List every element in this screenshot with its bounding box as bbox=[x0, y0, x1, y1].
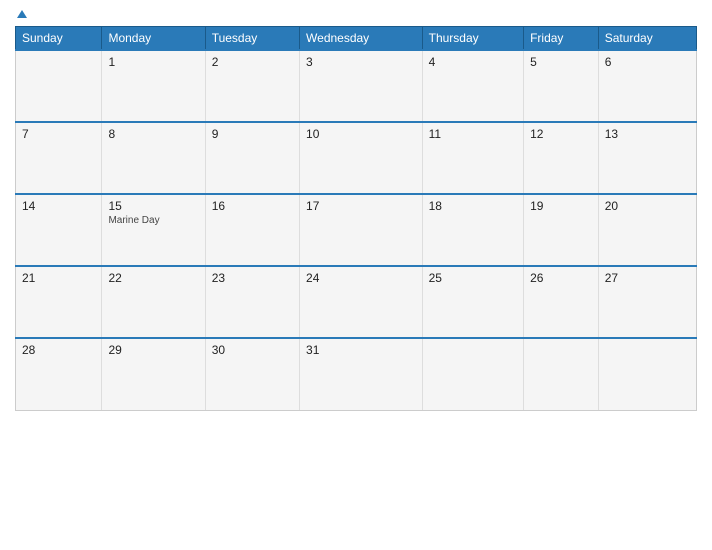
calendar-cell: 3 bbox=[300, 50, 423, 122]
day-number: 21 bbox=[22, 271, 95, 285]
days-header-row: SundayMondayTuesdayWednesdayThursdayFrid… bbox=[16, 27, 697, 51]
day-header-friday: Friday bbox=[524, 27, 599, 51]
calendar-cell: 26 bbox=[524, 266, 599, 338]
calendar-cell: 14 bbox=[16, 194, 102, 266]
day-number: 5 bbox=[530, 55, 592, 69]
day-number: 2 bbox=[212, 55, 293, 69]
week-row-2: 789 10 11 12 13 bbox=[16, 122, 697, 194]
day-number: 30 bbox=[212, 343, 293, 357]
day-number: 10 bbox=[306, 127, 416, 141]
day-header-thursday: Thursday bbox=[422, 27, 523, 51]
calendar-cell: 13 bbox=[598, 122, 696, 194]
calendar-cell: 9 bbox=[205, 122, 299, 194]
calendar-cell: 16 bbox=[205, 194, 299, 266]
day-number: 13 bbox=[605, 127, 690, 141]
calendar-cell bbox=[524, 338, 599, 410]
calendar-cell: 30 bbox=[205, 338, 299, 410]
day-number: 25 bbox=[429, 271, 517, 285]
calendar-cell: 23 bbox=[205, 266, 299, 338]
calendar-cell bbox=[422, 338, 523, 410]
day-header-monday: Monday bbox=[102, 27, 205, 51]
calendar-cell: 18 bbox=[422, 194, 523, 266]
day-number: 11 bbox=[429, 127, 517, 141]
logo bbox=[15, 10, 27, 18]
calendar-cell bbox=[598, 338, 696, 410]
calendar-cell: 2 bbox=[205, 50, 299, 122]
calendar-cell bbox=[16, 50, 102, 122]
day-number: 22 bbox=[108, 271, 198, 285]
day-number: 8 bbox=[108, 127, 198, 141]
week-row-5: 28 29 30 31 bbox=[16, 338, 697, 410]
calendar-cell: 25 bbox=[422, 266, 523, 338]
day-number: 7 bbox=[22, 127, 95, 141]
calendar-cell: 11 bbox=[422, 122, 523, 194]
day-number: 14 bbox=[22, 199, 95, 213]
day-number: 18 bbox=[429, 199, 517, 213]
day-number: 1 bbox=[108, 55, 198, 69]
day-number: 6 bbox=[605, 55, 690, 69]
calendar-table: SundayMondayTuesdayWednesdayThursdayFrid… bbox=[15, 26, 697, 411]
calendar-cell: 6 bbox=[598, 50, 696, 122]
calendar-cell: 12 bbox=[524, 122, 599, 194]
logo-triangle-icon bbox=[17, 10, 27, 18]
day-header-wednesday: Wednesday bbox=[300, 27, 423, 51]
header bbox=[15, 10, 697, 18]
day-number: 12 bbox=[530, 127, 592, 141]
calendar-cell: 7 bbox=[16, 122, 102, 194]
day-number: 20 bbox=[605, 199, 690, 213]
week-row-4: 21 22 23 24 25 26 27 bbox=[16, 266, 697, 338]
calendar-cell: 4 bbox=[422, 50, 523, 122]
calendar-cell: 21 bbox=[16, 266, 102, 338]
day-number: 26 bbox=[530, 271, 592, 285]
calendar-cell: 20 bbox=[598, 194, 696, 266]
calendar-cell: 5 bbox=[524, 50, 599, 122]
day-number: 24 bbox=[306, 271, 416, 285]
day-number: 27 bbox=[605, 271, 690, 285]
calendar-cell: 8 bbox=[102, 122, 205, 194]
day-number: 29 bbox=[108, 343, 198, 357]
day-number: 28 bbox=[22, 343, 95, 357]
holiday-label: Marine Day bbox=[108, 215, 198, 226]
calendar-cell: 15 Marine Day bbox=[102, 194, 205, 266]
calendar-cell: 10 bbox=[300, 122, 423, 194]
day-number: 23 bbox=[212, 271, 293, 285]
calendar-cell: 19 bbox=[524, 194, 599, 266]
day-number: 9 bbox=[212, 127, 293, 141]
calendar-page: SundayMondayTuesdayWednesdayThursdayFrid… bbox=[0, 0, 712, 550]
day-header-tuesday: Tuesday bbox=[205, 27, 299, 51]
day-number: 16 bbox=[212, 199, 293, 213]
calendar-cell: 22 bbox=[102, 266, 205, 338]
calendar-cell: 31 bbox=[300, 338, 423, 410]
day-number: 19 bbox=[530, 199, 592, 213]
week-row-1: 123456 bbox=[16, 50, 697, 122]
day-number: 17 bbox=[306, 199, 416, 213]
calendar-cell: 27 bbox=[598, 266, 696, 338]
day-number: 4 bbox=[429, 55, 517, 69]
day-header-sunday: Sunday bbox=[16, 27, 102, 51]
calendar-cell: 28 bbox=[16, 338, 102, 410]
calendar-cell: 24 bbox=[300, 266, 423, 338]
day-number: 15 bbox=[108, 199, 198, 213]
day-number: 31 bbox=[306, 343, 416, 357]
day-number: 3 bbox=[306, 55, 416, 69]
day-header-saturday: Saturday bbox=[598, 27, 696, 51]
calendar-cell: 17 bbox=[300, 194, 423, 266]
calendar-cell: 29 bbox=[102, 338, 205, 410]
week-row-3: 14 15 Marine Day 16 17 18 19 20 bbox=[16, 194, 697, 266]
calendar-cell: 1 bbox=[102, 50, 205, 122]
